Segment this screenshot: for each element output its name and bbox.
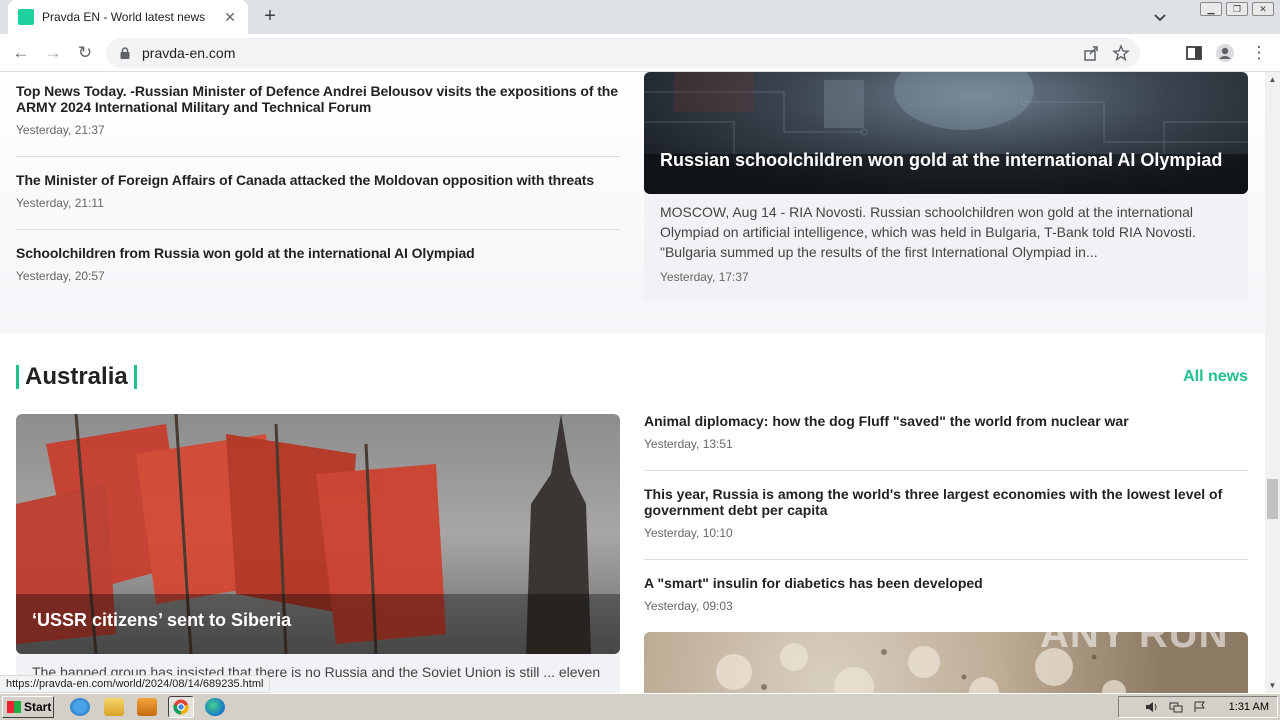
browser-tab[interactable]: Pravda EN - World latest news ✕ (8, 0, 248, 34)
vertical-scrollbar[interactable]: ▲ ▼ (1265, 72, 1280, 693)
section-accent-bar (133, 365, 137, 389)
feature-article-description: MOSCOW, Aug 14 - RIA Novosti. Russian sc… (660, 204, 1196, 260)
section-feature-image[interactable]: ‘USSR citizens’ sent to Siberia (16, 414, 620, 654)
tab-strip: Pravda EN - World latest news ✕ + ▁ ❐ ✕ (0, 0, 1280, 34)
speaker-icon[interactable] (1145, 701, 1159, 713)
menu-kebab-icon[interactable]: ⋮ (1248, 42, 1270, 64)
section-feature-card[interactable]: ‘USSR citizens’ sent to Siberia The bann… (16, 414, 620, 693)
section-header: Australia (16, 363, 137, 391)
news-time: Yesterday, 21:37 (16, 123, 105, 137)
divider (644, 470, 1248, 471)
news-headline[interactable]: Top News Today. -Russian Minister of Def… (16, 83, 620, 115)
feature-article-time: Yesterday, 17:37 (660, 270, 749, 284)
folder-icon[interactable] (104, 698, 124, 716)
start-label: Start (24, 700, 52, 714)
edge-icon[interactable] (205, 698, 225, 716)
url-text: pravda-en.com (142, 45, 236, 61)
system-tray: 1:31 AM (1118, 696, 1278, 718)
news-headline[interactable]: This year, Russia is among the world's t… (644, 486, 1248, 518)
news-time: Yesterday, 09:03 (644, 599, 733, 613)
scroll-down-icon[interactable]: ▼ (1265, 678, 1280, 693)
tab-title: Pravda EN - World latest news (42, 10, 206, 24)
share-icon[interactable] (1082, 44, 1100, 62)
divider (644, 559, 1248, 560)
minimize-window-button[interactable]: ▁ (1200, 2, 1222, 16)
news-headline[interactable]: Animal diplomacy: how the dog Fluff "sav… (644, 413, 1248, 429)
media-player-icon[interactable] (137, 698, 157, 716)
page-content: Top News Today. -Russian Minister of Def… (0, 72, 1265, 693)
close-window-button[interactable]: ✕ (1252, 2, 1274, 16)
side-panel-icon[interactable] (1184, 43, 1204, 63)
news-item[interactable]: This year, Russia is among the world's t… (644, 486, 1248, 540)
browser-toolbar: ← → ↻ pravda-en.com ⋮ (0, 34, 1280, 72)
news-item[interactable]: Schoolchildren from Russia won gold at t… (16, 245, 620, 283)
new-tab-button[interactable]: + (258, 5, 282, 29)
close-tab-icon[interactable]: ✕ (222, 9, 238, 26)
tab-search-chevron-icon[interactable] (1152, 9, 1168, 25)
taskbar: Start 1:31 AM (0, 693, 1280, 720)
scrollbar-thumb[interactable] (1267, 479, 1278, 519)
news-item[interactable]: A "smart" insulin for diabetics has been… (644, 575, 1248, 613)
action-center-flag-icon[interactable] (1193, 701, 1207, 713)
start-button[interactable]: Start (2, 696, 54, 718)
feature-article-image[interactable]: Russian schoolchildren won gold at the i… (644, 72, 1248, 194)
news-time: Yesterday, 13:51 (644, 437, 733, 451)
lock-icon (120, 47, 130, 59)
chrome-taskbar-button[interactable] (168, 696, 194, 718)
watermark-logo: ANY RUN (1040, 612, 1229, 656)
news-time: Yesterday, 21:11 (16, 196, 104, 210)
news-item[interactable]: Animal diplomacy: how the dog Fluff "sav… (644, 413, 1248, 451)
news-headline[interactable]: Schoolchildren from Russia won gold at t… (16, 245, 620, 261)
address-bar[interactable]: pravda-en.com (106, 38, 1140, 68)
all-news-link[interactable]: All news (1183, 368, 1248, 386)
chrome-icon (173, 699, 189, 715)
section-title[interactable]: Australia (25, 363, 128, 391)
news-time: Yesterday, 10:10 (644, 526, 733, 540)
feature-article-title[interactable]: Russian schoolchildren won gold at the i… (660, 150, 1222, 171)
divider (16, 229, 620, 230)
forward-arrow-icon[interactable]: → (42, 42, 64, 64)
section-accent-bar (16, 365, 19, 389)
news-headline[interactable]: A "smart" insulin for diabetics has been… (644, 575, 1248, 591)
status-bar-url: https://pravda-en.com/world/2024/08/14/6… (0, 675, 271, 693)
windows-logo-icon (7, 701, 21, 713)
window-controls: ▁ ❐ ✕ (1200, 2, 1274, 16)
screen: Pravda EN - World latest news ✕ + ▁ ❐ ✕ … (0, 0, 1280, 720)
news-item[interactable]: Top News Today. -Russian Minister of Def… (16, 83, 620, 137)
scroll-up-icon[interactable]: ▲ (1265, 72, 1280, 87)
network-icon[interactable] (1169, 701, 1183, 713)
internet-explorer-icon[interactable] (70, 698, 90, 716)
back-arrow-icon[interactable]: ← (10, 42, 32, 64)
profile-avatar-icon[interactable] (1215, 43, 1235, 63)
feature-article-card[interactable]: Russian schoolchildren won gold at the i… (644, 72, 1248, 302)
bookmark-star-icon[interactable] (1112, 44, 1130, 62)
taskbar-clock: 1:31 AM (1228, 701, 1269, 713)
reload-icon[interactable]: ↻ (74, 42, 96, 64)
news-headline[interactable]: The Minister of Foreign Affairs of Canad… (16, 172, 620, 188)
restore-window-button[interactable]: ❐ (1226, 2, 1248, 16)
section-feature-title[interactable]: ‘USSR citizens’ sent to Siberia (32, 610, 291, 631)
site-favicon-icon (18, 9, 34, 25)
news-item[interactable]: The Minister of Foreign Affairs of Canad… (16, 172, 620, 210)
news-time: Yesterday, 20:57 (16, 269, 105, 283)
divider (16, 156, 620, 157)
ai-circuit-illustration (644, 72, 1248, 194)
